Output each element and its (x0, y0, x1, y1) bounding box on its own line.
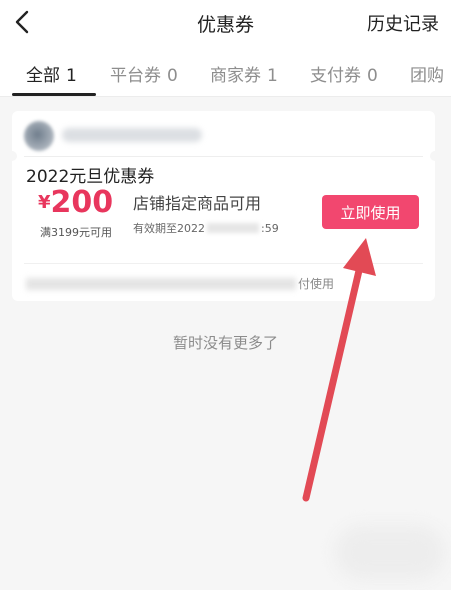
store-name-redacted (62, 128, 202, 142)
tab-count: 0 (367, 66, 378, 86)
card-notch-left (7, 151, 17, 161)
store-row[interactable] (12, 111, 435, 157)
history-button[interactable]: 历史记录 (367, 10, 439, 36)
coupon-rule[interactable]: 付使用 (26, 275, 334, 292)
chevron-left-icon (15, 10, 29, 34)
divider (24, 156, 423, 157)
card-notch-right (430, 151, 440, 161)
rule-suffix: 付使用 (298, 277, 335, 291)
coupon-amount: ¥200 (38, 185, 113, 220)
coupon-scope: 店铺指定商品可用 (133, 194, 262, 213)
back-button[interactable] (6, 6, 38, 38)
no-more-text: 暂时没有更多了 (172, 334, 278, 352)
tab-label: 商家券 (210, 66, 261, 86)
redacted-date (207, 223, 259, 233)
redacted-rule-text (26, 278, 296, 290)
avatar (24, 121, 54, 151)
coupon-tabs: 全部 1 平台券 0 商家券 1 支付券 0 团购 (0, 48, 451, 97)
currency-symbol: ¥ (38, 192, 51, 213)
tab-label: 团购 (410, 66, 444, 86)
tab-count: 0 (167, 66, 178, 86)
tab-label: 平台券 (110, 66, 161, 86)
validity-prefix: 有效期至2022 (133, 222, 205, 235)
redacted-watermark (335, 525, 445, 580)
coupon-card: 2022元旦优惠券 ¥200 满3199元可用 店铺指定商品可用 有效期至202… (7, 111, 440, 301)
tab-groupbuy[interactable]: 团购 (410, 61, 444, 86)
use-now-button[interactable]: 立即使用 (322, 195, 419, 229)
divider (24, 263, 423, 264)
tab-label: 全部 (26, 66, 60, 86)
coupon-threshold: 满3199元可用 (40, 226, 112, 239)
amount-value: 200 (50, 185, 114, 220)
tab-platform[interactable]: 平台券 0 (110, 61, 178, 86)
active-tab-indicator (12, 93, 96, 96)
tab-count: 1 (267, 66, 278, 86)
tab-count: 1 (66, 66, 77, 86)
top-bar: 优惠券 历史记录 (0, 0, 451, 48)
coupon-validity: 有效期至2022 :59 (133, 220, 279, 236)
tab-all[interactable]: 全部 1 (26, 61, 77, 86)
tab-payment[interactable]: 支付券 0 (310, 61, 378, 86)
tab-label: 支付券 (310, 66, 361, 86)
validity-suffix: :59 (261, 222, 279, 235)
tab-merchant[interactable]: 商家券 1 (210, 61, 278, 86)
coupon-name: 2022元旦优惠券 (26, 167, 155, 187)
